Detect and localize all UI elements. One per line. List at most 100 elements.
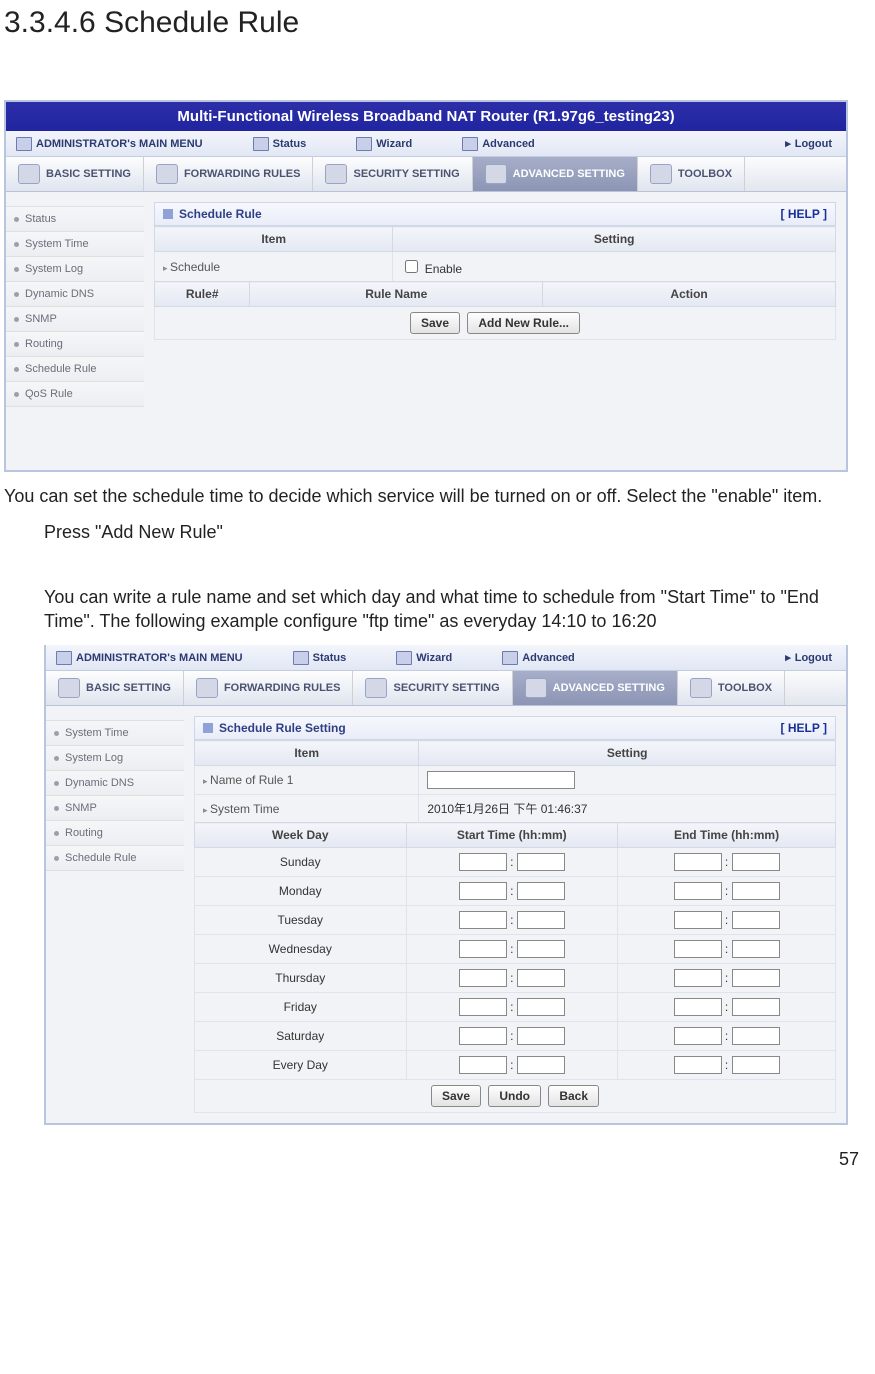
start-hour-input[interactable]	[459, 853, 507, 871]
start-min-input[interactable]	[517, 911, 565, 929]
sidebar-item[interactable]: Schedule Rule	[46, 846, 184, 871]
advanced-tab-icon	[525, 678, 547, 698]
sidebar-item-label: Dynamic DNS	[25, 288, 94, 300]
help-link[interactable]: [ HELP ]	[781, 721, 827, 735]
rule-name-input[interactable]	[427, 771, 575, 789]
start-hour-input[interactable]	[459, 911, 507, 929]
start-min-input[interactable]	[517, 940, 565, 958]
sidebar-item[interactable]: System Time	[46, 720, 184, 746]
sidebar-item[interactable]: SNMP	[46, 796, 184, 821]
sidebar-item[interactable]: Routing	[46, 821, 184, 846]
end-hour-input[interactable]	[674, 969, 722, 987]
tab-toolbox[interactable]: TOOLBOX	[678, 671, 785, 705]
back-button[interactable]: Back	[548, 1085, 599, 1107]
caret-right-icon: ▸	[785, 137, 791, 150]
start-min-input[interactable]	[517, 853, 565, 871]
start-time-cell: :	[406, 1051, 618, 1080]
end-min-input[interactable]	[732, 940, 780, 958]
start-min-input[interactable]	[517, 969, 565, 987]
sidebar-item-label: SNMP	[65, 802, 97, 814]
sidebar-item[interactable]: Dynamic DNS	[6, 282, 144, 307]
help-link[interactable]: [ HELP ]	[781, 207, 827, 221]
tab-basic-setting[interactable]: BASIC SETTING	[46, 671, 184, 705]
start-hour-input[interactable]	[459, 969, 507, 987]
end-hour-input[interactable]	[674, 911, 722, 929]
sidebar-item-label: Routing	[65, 827, 103, 839]
sidebar-item[interactable]: Dynamic DNS	[46, 771, 184, 796]
end-min-input[interactable]	[732, 882, 780, 900]
end-min-input[interactable]	[732, 1027, 780, 1045]
col-end-time: End Time (hh:mm)	[618, 823, 836, 848]
tab-toolbox[interactable]: TOOLBOX	[638, 157, 745, 191]
bullet-icon	[14, 292, 19, 297]
start-min-input[interactable]	[517, 998, 565, 1016]
sidebar-item[interactable]: System Log	[46, 746, 184, 771]
tab-forwarding-rules[interactable]: FORWARDING RULES	[144, 157, 314, 191]
tab-forwarding-rules[interactable]: FORWARDING RULES	[184, 671, 354, 705]
sidebar-item[interactable]: Routing	[6, 332, 144, 357]
body-paragraph-1: You can set the schedule time to decide …	[4, 484, 865, 508]
start-min-input[interactable]	[517, 1027, 565, 1045]
main-menu-text: ADMINISTRATOR's MAIN MENU	[76, 652, 243, 664]
end-hour-input[interactable]	[674, 882, 722, 900]
col-item: Item	[155, 227, 393, 252]
start-hour-input[interactable]	[459, 1027, 507, 1045]
col-rule-number: Rule#	[155, 282, 250, 307]
end-hour-input[interactable]	[674, 853, 722, 871]
end-min-input[interactable]	[732, 911, 780, 929]
nav-wizard[interactable]: Wizard	[346, 137, 422, 151]
start-hour-input[interactable]	[459, 882, 507, 900]
save-button[interactable]: Save	[410, 312, 460, 334]
end-min-input[interactable]	[732, 969, 780, 987]
caret-right-icon: ▸	[785, 651, 791, 664]
save-button[interactable]: Save	[431, 1085, 481, 1107]
tab-basic-setting[interactable]: BASIC SETTING	[6, 157, 144, 191]
nav-status[interactable]: Status	[243, 137, 317, 151]
nav-logout[interactable]: ▸ Logout	[775, 137, 846, 150]
panel-title: Schedule Rule Setting	[219, 721, 346, 735]
start-min-input[interactable]	[517, 882, 565, 900]
undo-button[interactable]: Undo	[488, 1085, 541, 1107]
end-min-input[interactable]	[732, 1056, 780, 1074]
end-hour-input[interactable]	[674, 1027, 722, 1045]
bullet-icon	[54, 731, 59, 736]
end-time-cell: :	[618, 964, 836, 993]
start-min-input[interactable]	[517, 1056, 565, 1074]
end-hour-input[interactable]	[674, 1056, 722, 1074]
enable-checkbox[interactable]	[405, 260, 418, 273]
end-min-input[interactable]	[732, 998, 780, 1016]
add-new-rule-button[interactable]: Add New Rule...	[467, 312, 580, 334]
weekday-row: Tuesday : :	[195, 906, 836, 935]
sidebar-item[interactable]: Status	[6, 206, 144, 232]
nav-advanced[interactable]: Advanced	[492, 651, 585, 665]
rule-name-label: Name of Rule 1	[195, 766, 419, 795]
tab-security-setting[interactable]: SECURITY SETTING	[313, 157, 472, 191]
sidebar-item-label: Routing	[25, 338, 63, 350]
end-hour-input[interactable]	[674, 998, 722, 1016]
sidebar-item[interactable]: SNMP	[6, 307, 144, 332]
sidebar-item[interactable]: Schedule Rule	[6, 357, 144, 382]
advanced-tab-icon	[485, 164, 507, 184]
bullet-icon	[54, 756, 59, 761]
end-min-input[interactable]	[732, 853, 780, 871]
end-hour-input[interactable]	[674, 940, 722, 958]
start-hour-input[interactable]	[459, 940, 507, 958]
end-time-cell: :	[618, 906, 836, 935]
sidebar-item-label: QoS Rule	[25, 388, 73, 400]
sidebar-item[interactable]: QoS Rule	[6, 382, 144, 407]
nav-logout[interactable]: ▸ Logout	[775, 651, 846, 664]
sidebar-item[interactable]: System Time	[6, 232, 144, 257]
nav-status[interactable]: Status	[283, 651, 357, 665]
tab-advanced-setting[interactable]: ADVANCED SETTING	[473, 157, 638, 191]
col-weekday: Week Day	[195, 823, 407, 848]
weekday-label: Saturday	[195, 1022, 407, 1051]
tab-security-setting[interactable]: SECURITY SETTING	[353, 671, 512, 705]
nav-advanced[interactable]: Advanced	[452, 137, 545, 151]
start-hour-input[interactable]	[459, 1056, 507, 1074]
start-hour-input[interactable]	[459, 998, 507, 1016]
start-time-cell: :	[406, 848, 618, 877]
tab-bar: BASIC SETTING FORWARDING RULES SECURITY …	[46, 671, 846, 706]
sidebar-item[interactable]: System Log	[6, 257, 144, 282]
nav-wizard[interactable]: Wizard	[386, 651, 462, 665]
tab-advanced-setting[interactable]: ADVANCED SETTING	[513, 671, 678, 705]
